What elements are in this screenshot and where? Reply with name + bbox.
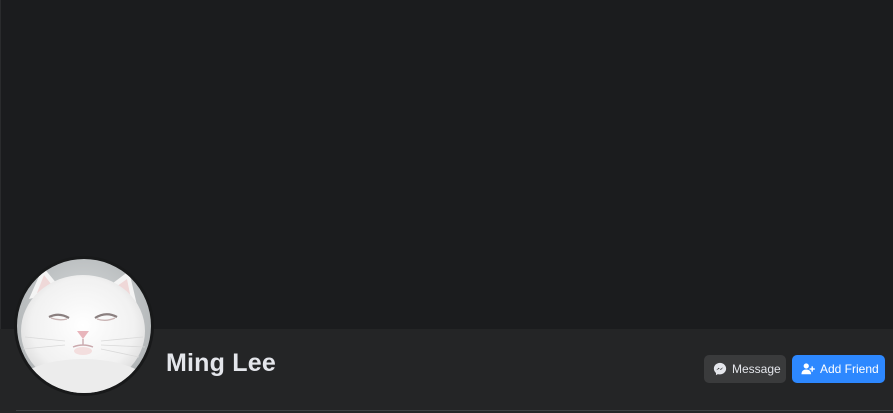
divider [16,410,893,411]
add-friend-label: Add Friend [820,362,879,376]
add-friend-button[interactable]: Add Friend [792,355,885,383]
message-label: Message [732,362,781,376]
messenger-icon [713,362,727,376]
add-friend-icon [801,362,815,376]
profile-name: Ming Lee [166,349,276,377]
avatar[interactable] [14,256,154,396]
profile-page: Ming Lee Message Add Friend [0,0,893,413]
cat-profile-photo [17,259,151,393]
message-button[interactable]: Message [704,355,786,383]
